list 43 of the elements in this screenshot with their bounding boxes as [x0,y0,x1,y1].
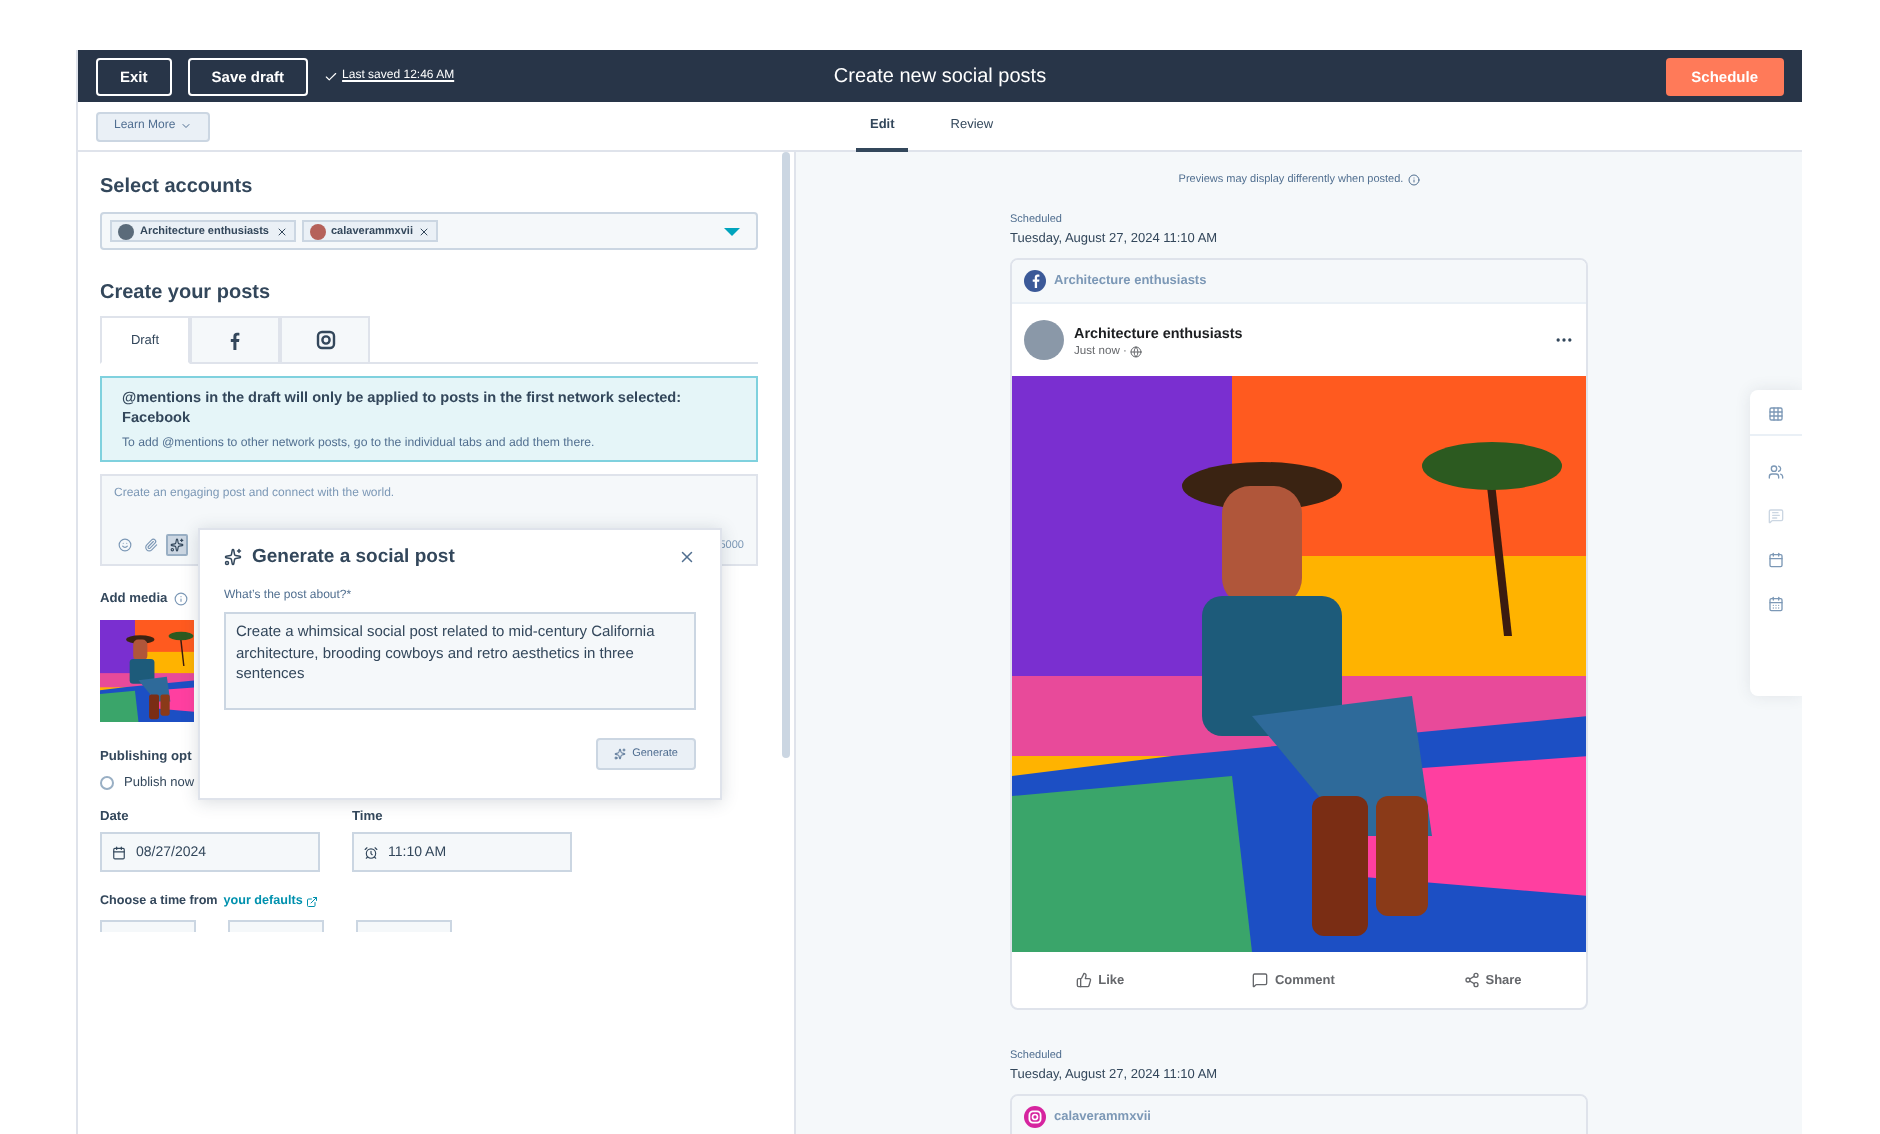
calendar-icon[interactable] [1768,596,1784,612]
instagram-tab[interactable] [280,316,370,364]
alarm-clock-icon [364,845,378,859]
section-heading: Create your posts [100,282,273,304]
share-icon [1463,972,1480,988]
sparkle-button[interactable] [166,534,188,556]
like-icon [1076,972,1093,988]
avatar-icon [309,223,325,239]
calendar-icon[interactable] [1768,552,1784,568]
people-icon[interactable] [1768,464,1784,480]
section-heading: Select accounts [100,176,255,198]
radio-button[interactable] [100,776,114,790]
comment-icon [1252,972,1269,988]
sparkle-icon [224,548,242,566]
external-link-icon [306,895,319,907]
calendar-icon [112,845,126,859]
scrollbar[interactable] [782,152,790,758]
info-icon[interactable] [1407,174,1420,186]
close-icon[interactable] [678,548,696,566]
media-thumbnail[interactable] [100,620,194,722]
caret-icon [179,120,192,132]
dropdown-caret-icon[interactable] [724,227,740,235]
paperclip-icon[interactable] [144,538,158,552]
sparkle-icon [614,748,627,760]
avatar-icon [1024,320,1064,360]
emoji-icon[interactable] [118,538,132,552]
remove-icon[interactable] [275,225,287,237]
grid-icon[interactable] [1768,406,1784,422]
facebook-icon [1024,270,1046,292]
time-option-field[interactable] [356,920,452,932]
check-icon [324,69,339,83]
globe-icon [1130,345,1143,357]
instagram-icon [315,330,335,350]
popup-title: Generate a social post [252,546,455,568]
sparkle-icon [170,538,184,552]
info-icon[interactable] [173,592,188,606]
time-option-field[interactable] [228,920,324,932]
instagram-icon [1024,1106,1046,1128]
page-title: Create new social posts [833,65,1047,87]
time-option-field[interactable] [100,920,196,932]
avatar-icon [118,223,134,239]
facebook-icon [230,331,240,349]
remove-icon[interactable] [418,225,431,237]
